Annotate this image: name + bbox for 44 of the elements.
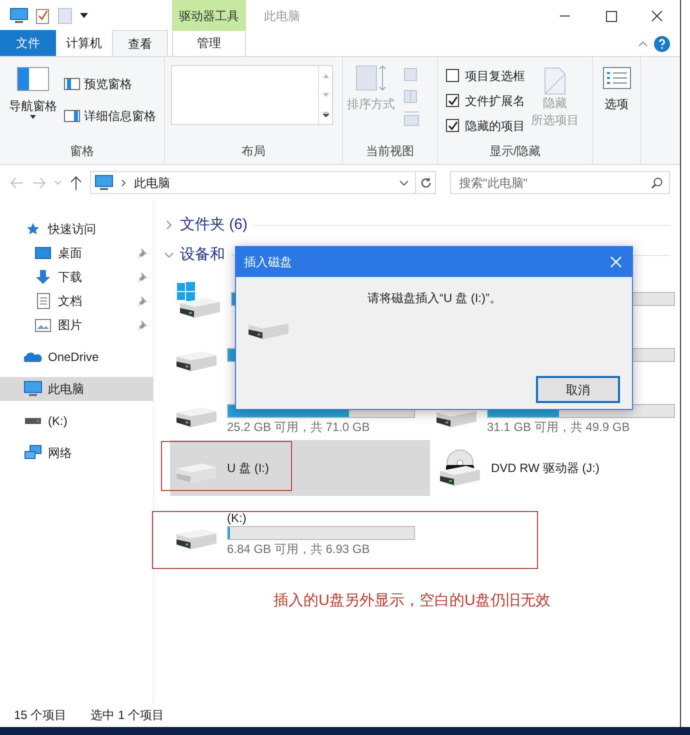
- drive-name: DVD RW 驱动器 (J:): [491, 460, 600, 476]
- checkbox-label: 文件扩展名: [465, 92, 525, 110]
- sidebar-item[interactable]: 图片: [0, 313, 153, 337]
- section-header[interactable]: 文件夹 (6): [180, 214, 248, 236]
- sidebar-item[interactable]: 文档: [0, 289, 153, 313]
- sidebar-item[interactable]: 下载: [0, 265, 153, 289]
- file-tab[interactable]: 文件: [0, 30, 56, 56]
- drive-name: U 盘 (I:): [227, 460, 269, 476]
- address-field[interactable]: 此电脑: [90, 171, 416, 194]
- capacity-text: 25.2 GB 可用，共 71.0 GB: [227, 419, 371, 436]
- ribbon-tab[interactable]: 计算机: [56, 30, 112, 56]
- sidebar-item[interactable]: 快速访问: [0, 217, 153, 241]
- sidebar-item[interactable]: 此电脑: [0, 377, 153, 401]
- annotation-text: 插入的U盘另外显示，空白的U盘仍旧无效: [274, 591, 550, 611]
- status-text: 15 个项目: [14, 707, 67, 724]
- capacity-text: 31.1 GB 可用，共 49.9 GB: [487, 419, 631, 436]
- ribbon-tab[interactable]: 管理: [172, 30, 246, 56]
- status-text: 选中 1 个项目: [90, 707, 164, 724]
- sidebar-item[interactable]: 网络: [0, 441, 153, 465]
- drive-name: (K:): [227, 510, 248, 526]
- cancel-button[interactable]: 取消: [536, 376, 620, 403]
- navigation-pane-button[interactable]: 导航窗格: [8, 67, 58, 142]
- group-label: 显示/隐藏: [489, 143, 541, 160]
- sidebar-item[interactable]: 桌面: [0, 241, 153, 265]
- sidebar-item[interactable]: (K:): [0, 409, 153, 433]
- dialog-message: 请将磁盘插入“U 盘 (I:)”。: [368, 290, 502, 307]
- ribbon-tab[interactable]: 查看: [112, 30, 168, 56]
- group-label: 当前视图: [366, 143, 414, 160]
- context-tab-header: 驱动器工具: [172, 0, 246, 31]
- drive-tile[interactable]: DVD RW 驱动器 (J:): [430, 440, 680, 496]
- pane-button[interactable]: 预览窗格: [64, 75, 156, 93]
- group-label: 布局: [242, 143, 266, 160]
- pane-button[interactable]: 详细信息窗格: [64, 107, 156, 125]
- dialog-title: 插入磁盘: [244, 254, 293, 271]
- window-title: 此电脑: [263, 8, 301, 24]
- sidebar-item[interactable]: OneDrive: [0, 345, 153, 369]
- group-label: 窗格: [70, 143, 94, 160]
- checkbox-label: 隐藏的项目: [465, 118, 525, 134]
- drive-tile[interactable]: U 盘 (I:): [170, 440, 430, 496]
- capacity-text: 6.84 GB 可用，共 6.93 GB: [227, 541, 371, 558]
- checkbox-label: 项目复选框: [465, 68, 525, 84]
- search-field[interactable]: 搜索"此电脑": [450, 171, 670, 194]
- options-button[interactable]: 选项: [593, 67, 640, 113]
- section-header[interactable]: 设备和: [180, 244, 225, 266]
